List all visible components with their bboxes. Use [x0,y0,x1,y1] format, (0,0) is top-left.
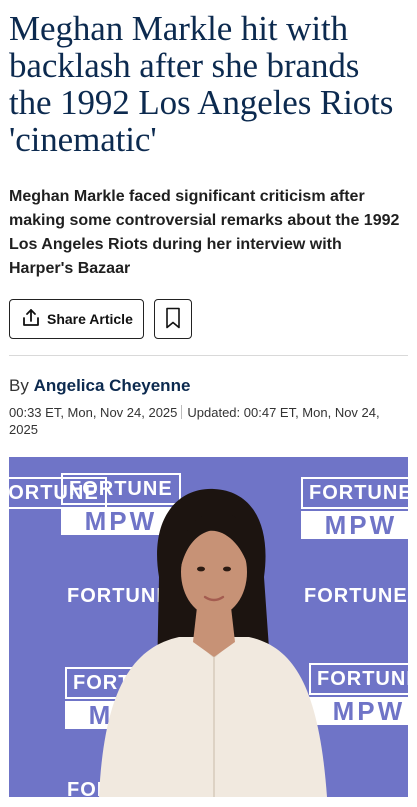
article-actions: Share Article [9,299,408,339]
divider [9,355,408,356]
headline: Meghan Markle hit with backlash after sh… [9,9,394,159]
share-article-label: Share Article [47,311,133,327]
person-figure [99,488,327,797]
article-header: Meghan Markle hit with backlash after sh… [0,0,417,797]
published-time: 00:33 ET, Mon, Nov 24, 2025 [9,405,178,420]
standfirst: Meghan Markle faced significant criticis… [9,188,400,277]
bookmark-button[interactable] [153,299,192,339]
byline: By Angelica Cheyenne [9,376,408,396]
share-article-button[interactable]: Share Article [9,299,144,339]
article-dates: 00:33 ET, Mon, Nov 24, 2025 Updated: 00:4… [9,404,408,438]
date-separator [181,405,183,419]
byline-prefix: By [9,376,29,395]
author-link[interactable]: Angelica Cheyenne [34,376,191,395]
hero-photo: FORTUNE MPW FORTUNE MPW FORTUNE FORTUNE … [9,457,408,797]
bookmark-icon [165,307,181,332]
share-icon [21,308,41,331]
